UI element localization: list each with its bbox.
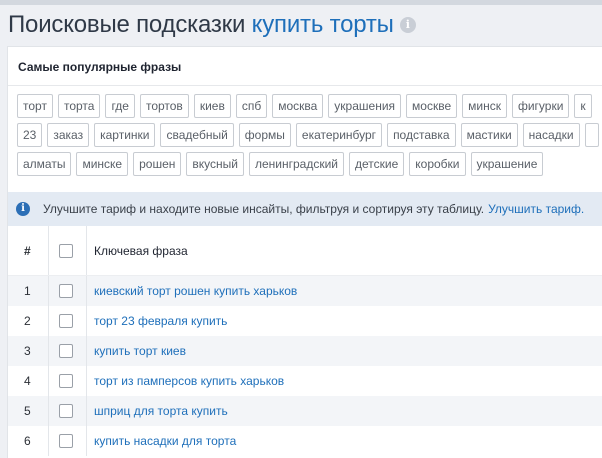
phrase-tag[interactable]: [584, 123, 599, 147]
select-all-checkbox[interactable]: [59, 243, 73, 258]
phrase-tag[interactable]: москва: [272, 94, 324, 118]
phrase-tag[interactable]: формы: [238, 123, 291, 147]
row-select-cell: [48, 396, 87, 426]
phrase-tag[interactable]: к: [574, 94, 592, 118]
phrase-tag[interactable]: подставка: [387, 123, 456, 147]
page-title: Поисковые подсказки купить торты i: [8, 11, 416, 39]
row-checkbox[interactable]: [59, 404, 73, 418]
popular-phrases-cloud: торт торта где тортов киев спб москва ук…: [8, 86, 602, 176]
keyword-phrase-link[interactable]: купить торт киев: [87, 344, 186, 358]
table-row: 2 торт 23 февраля купить: [8, 306, 602, 336]
tag-row: алматы минске рошен вкусный ленинградски…: [17, 152, 602, 176]
row-number: 5: [24, 404, 31, 418]
column-header-phrase[interactable]: Ключевая фраза: [87, 244, 188, 258]
tag-row: 23 заказ картинки свадебный формы екатер…: [17, 123, 602, 147]
phrase-tag[interactable]: где: [105, 94, 135, 118]
phrase-tag[interactable]: москве: [406, 94, 458, 118]
row-number: 6: [24, 434, 31, 448]
phrase-tag[interactable]: картинки: [94, 123, 156, 147]
table-row: 4 торт из памперсов купить харьков: [8, 366, 602, 396]
row-checkbox[interactable]: [59, 344, 73, 358]
popular-phrases-title: Самые популярные фразы: [8, 47, 602, 86]
tag-row: торт торта где тортов киев спб москва ук…: [17, 94, 602, 118]
phrase-tag[interactable]: тортов: [139, 94, 189, 118]
table-header: # Ключевая фраза: [8, 226, 602, 276]
column-header-number: #: [24, 243, 31, 258]
row-number: 4: [24, 374, 31, 388]
page-title-prefix: Поисковые подсказки: [8, 11, 246, 38]
keyword-phrase-link[interactable]: киевский торт рошен купить харьков: [87, 284, 297, 298]
row-checkbox[interactable]: [59, 434, 73, 448]
phrase-tag[interactable]: минск: [462, 94, 507, 118]
keyword-phrase-link[interactable]: шприц для торта купить: [87, 404, 228, 418]
upgrade-notice: i Улучшите тариф и находите новые инсайт…: [8, 192, 602, 226]
table-row: 1 киевский торт рошен купить харьков: [8, 276, 602, 306]
row-checkbox[interactable]: [59, 374, 73, 388]
upgrade-notice-text: Улучшите тариф и находите новые инсайты,…: [43, 202, 485, 216]
phrase-tag[interactable]: детские: [349, 152, 405, 176]
row-select-cell: [48, 426, 87, 456]
phrase-tag[interactable]: 23: [17, 123, 43, 147]
phrase-tag[interactable]: торта: [57, 94, 101, 118]
keyword-phrase-link[interactable]: купить насадки для торта: [87, 434, 236, 448]
phrase-tag[interactable]: минске: [76, 152, 129, 176]
table-row: 5 шприц для торта купить: [8, 396, 602, 426]
upgrade-link[interactable]: Улучшить тариф.: [488, 202, 584, 216]
phrase-tag[interactable]: фигурки: [511, 94, 570, 118]
row-select-cell: [48, 306, 87, 336]
keyword-phrase-link[interactable]: торт из памперсов купить харьков: [87, 374, 284, 388]
phrase-tag[interactable]: спб: [235, 94, 268, 118]
select-all-cell: [48, 226, 87, 275]
phrase-tag[interactable]: рошен: [133, 152, 182, 176]
row-number: 3: [24, 344, 31, 358]
row-checkbox[interactable]: [59, 314, 73, 328]
phrase-tag[interactable]: алматы: [17, 152, 72, 176]
phrase-tag[interactable]: заказ: [47, 123, 90, 147]
phrase-tag[interactable]: украшения: [328, 94, 402, 118]
phrase-tag[interactable]: мастики: [460, 123, 518, 147]
phrase-tag[interactable]: киев: [193, 94, 231, 118]
phrase-tag[interactable]: вкусный: [186, 152, 244, 176]
row-number: 2: [24, 314, 31, 328]
phrase-tag[interactable]: свадебный: [160, 123, 234, 147]
row-select-cell: [48, 336, 87, 366]
phrase-tag[interactable]: торт: [17, 94, 53, 118]
phrase-tag[interactable]: насадки: [522, 123, 580, 147]
phrase-tag[interactable]: ленинградский: [248, 152, 344, 176]
row-select-cell: [48, 276, 87, 306]
row-select-cell: [48, 366, 87, 396]
table-row: 3 купить торт киев: [8, 336, 602, 366]
keywords-table: # Ключевая фраза 1 киевский торт рошен к…: [8, 226, 602, 456]
keyword-phrase-link[interactable]: торт 23 февраля купить: [87, 314, 227, 328]
row-number: 1: [24, 284, 31, 298]
info-icon[interactable]: i: [399, 17, 416, 33]
row-checkbox[interactable]: [59, 284, 73, 298]
phrase-tag[interactable]: украшение: [470, 152, 544, 176]
keywords-card: Самые популярные фразы торт торта где то…: [7, 46, 602, 458]
phrase-tag[interactable]: коробки: [409, 152, 466, 176]
top-divider: [0, 0, 602, 5]
phrase-tag[interactable]: екатеринбург: [295, 123, 383, 147]
page-title-keyword[interactable]: купить торты: [252, 11, 394, 38]
table-row: 6 купить насадки для торта: [8, 426, 602, 456]
info-icon: i: [16, 202, 30, 216]
